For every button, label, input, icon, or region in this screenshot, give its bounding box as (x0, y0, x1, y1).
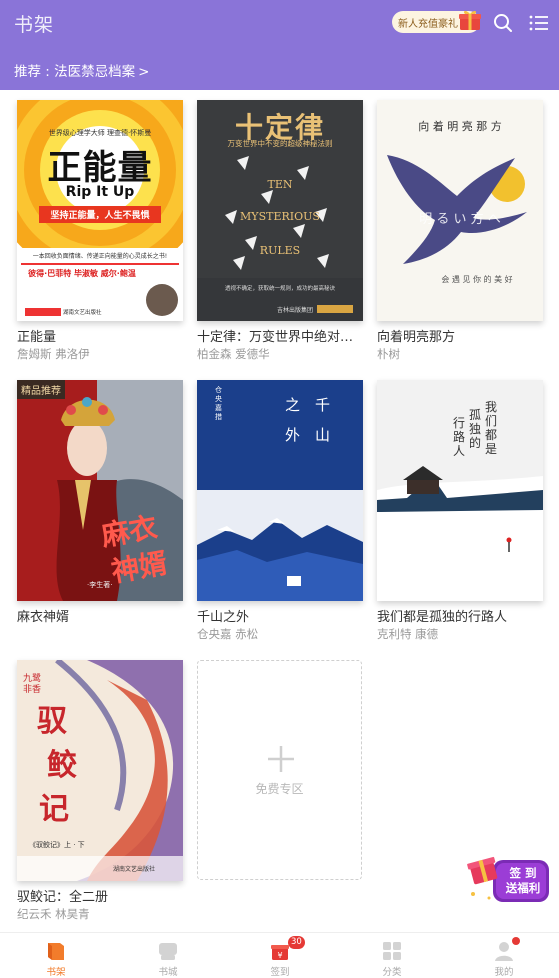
book-author: 克利特 康德 (377, 627, 439, 641)
cover-text: 记 (39, 792, 69, 827)
cover-text: RULES (259, 244, 301, 257)
cover-text: 万变世界中不变的超级神秘法则 (227, 139, 333, 148)
cover-text: Rip It Up (65, 184, 135, 200)
cover-text: 外 (285, 426, 301, 444)
notification-dot (512, 937, 520, 945)
cover-text: 一本回收负面情绪、传递正向能量的心灵成长之书! (32, 253, 168, 260)
cover-text: 世界级心理学大师 理查德·怀斯曼 (48, 129, 152, 137)
cover-text: 坚持正能量，人生不畏惧 (39, 206, 161, 223)
chevron-right-icon: > (138, 64, 150, 80)
book-title: 向着明亮那方 (377, 330, 456, 345)
tab-label: 分类 (382, 967, 402, 978)
cover-text: TEN (267, 178, 293, 191)
book-title: 我们都是孤独的行路人 (377, 610, 508, 625)
book-author: 仓央嘉 赤松 (197, 627, 259, 641)
book-title: 正能量 (17, 330, 57, 345)
tab-profile[interactable]: 我的 (448, 933, 559, 978)
profile-icon (495, 942, 513, 961)
notification-badge: 30 (288, 936, 305, 949)
cover-text: 孤独的 (469, 408, 482, 450)
bookshelf-icon (48, 943, 64, 960)
search-icon[interactable] (493, 13, 513, 33)
cover-text: 湖南文艺出版社 (63, 310, 102, 316)
book-cover: 驭 鲛 记 九鹭非香 《驭鲛记》上 · 下 湖南文艺出版社 (17, 660, 183, 881)
book-cover: 十定律 万变世界中不变的超级神秘法则 TEN MYSTERIOUS RULES … (197, 100, 363, 321)
tab-label: 签到 (270, 967, 290, 978)
tab-sign-in[interactable]: ¥ 30 签到 (224, 933, 336, 978)
svg-text:¥: ¥ (277, 951, 282, 960)
cover-text: 彼得·巴菲特 毕淑敏 威尔·鲍温 (28, 269, 136, 278)
book-author: 纪云禾 林昊青 (17, 907, 90, 921)
tab-bookstore[interactable]: 书城 (112, 933, 224, 978)
tab-label: 书城 (158, 967, 178, 978)
sign-in-line: 签 到 (509, 866, 537, 880)
bookstore-icon (159, 943, 177, 960)
menu-list-icon[interactable] (529, 14, 549, 32)
cover-text: 正能量 (47, 148, 153, 188)
free-zone-card[interactable]: 免费专区 (197, 660, 362, 880)
premium-recommend-badge: 精品推荐 (17, 380, 65, 399)
cover-text: 会 遇 见 你 的 美 好 (441, 275, 513, 284)
book-title: 千山之外 (197, 610, 250, 625)
free-zone-label: 免费专区 (255, 782, 304, 796)
cover-text: 透视不确定，获取统一规则，成功的最高秘诀 (224, 286, 335, 292)
cover-text: 《驭鲛记》上 · 下 (29, 841, 85, 849)
book-title: 十定律：万变世界中绝对不… (197, 330, 363, 345)
book-author: 詹姆斯 弗洛伊 (17, 347, 90, 361)
sign-in-welfare-button[interactable]: 签 到 送福利 (467, 850, 553, 906)
book-title: 麻衣神婿 (17, 610, 70, 625)
cover-text: 行路人 (453, 416, 466, 458)
cover-text: 千 (315, 396, 331, 414)
book-cover: 千 山 之 外 仓央嘉措 (197, 380, 363, 601)
cover-text: 九鹭非香 (23, 674, 42, 695)
cover-text: 之 (285, 396, 301, 414)
tab-label: 我的 (494, 967, 514, 978)
cover-text: 明 る い 方 へ (419, 212, 501, 227)
cover-text: MYSTERIOUS (240, 210, 320, 223)
cover-text: 向 着 明 亮 那 方 (418, 120, 502, 133)
cover-text: 吉林出版集团 (277, 307, 314, 314)
book-author: 柏金森 爱德华 (197, 347, 270, 361)
gift-box-icon[interactable] (458, 8, 482, 32)
book-author: 朴树 (377, 347, 400, 361)
recharge-banner-label: 新人充值豪礼 (398, 19, 458, 30)
book-cover: 向 着 明 亮 那 方 明 る い 方 へ 会 遇 见 你 的 美 好 (377, 100, 543, 321)
cover-text: 仓央嘉措 (215, 386, 222, 421)
tab-bookshelf[interactable]: 书架 (0, 933, 112, 978)
cover-text: 湖南文艺出版社 (113, 866, 156, 873)
book-cover: 世界级心理学大师 理查德·怀斯曼 正能量 Rip It Up 坚持正能量，人生不… (17, 100, 183, 321)
plus-icon (268, 746, 294, 772)
top-header: 书架 新人充值豪礼 推荐 : 法医禁忌档案 > (0, 0, 559, 90)
book-cover: 精品推荐 麻衣 神婿 ·李生著· (17, 380, 183, 601)
cover-text: 驭 (37, 704, 67, 739)
cover-text: 我们都是 (485, 400, 498, 456)
book-cover: 我们都是 孤独的 行路人 (377, 380, 543, 601)
recommendation-link[interactable]: 推荐 : 法医禁忌档案 > (14, 60, 149, 80)
cover-text: 鲛 (47, 748, 77, 783)
welfare-line: 送福利 (505, 881, 541, 895)
cover-text: 山 (315, 426, 331, 444)
sign-in-text: 签 到 送福利 (499, 866, 547, 896)
cover-art-snowfield (377, 380, 543, 601)
category-grid-icon (383, 942, 401, 960)
book-title: 驭鲛记：全二册 (17, 890, 109, 905)
tab-category[interactable]: 分类 (336, 933, 448, 978)
page-title: 书架 (14, 14, 55, 36)
cover-text: ·李生著· (87, 581, 113, 589)
tab-label: 书架 (46, 967, 66, 978)
recommendation-text: 推荐 : 法医禁忌档案 (14, 64, 136, 80)
bottom-tab-bar: 书架 书城 ¥ 30 签到 分类 我的 (0, 932, 559, 978)
